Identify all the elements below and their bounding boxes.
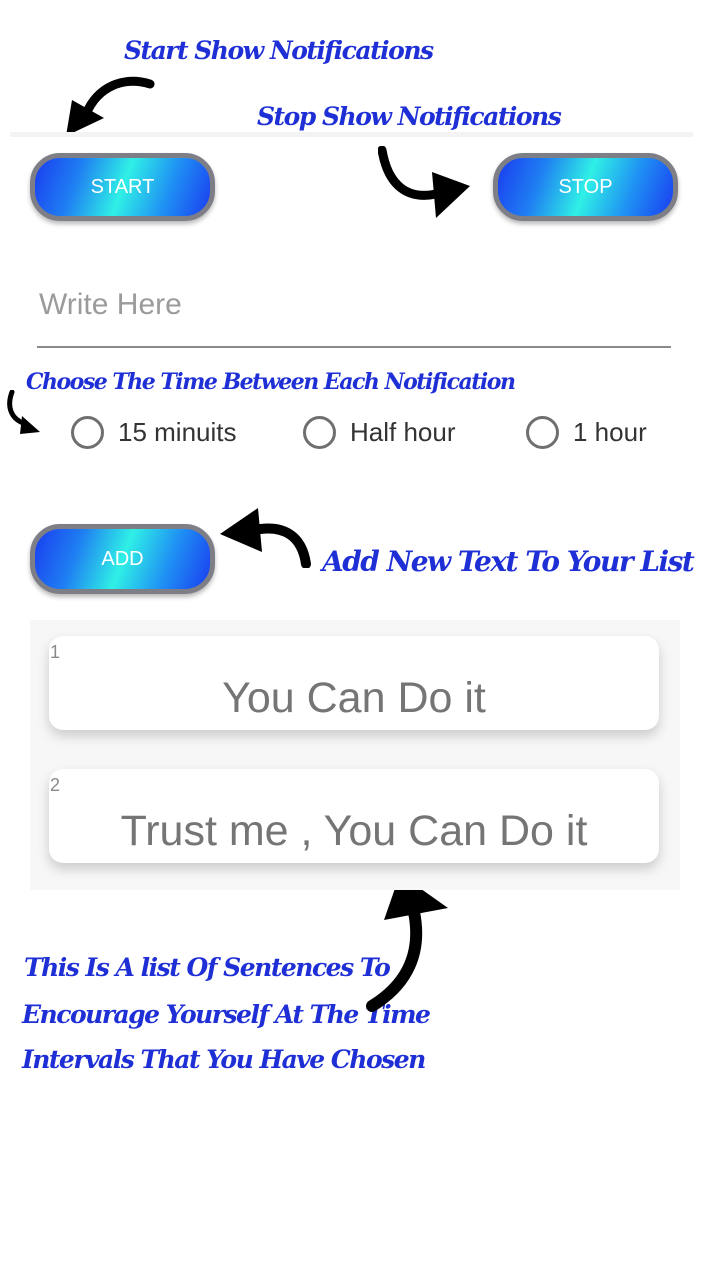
list-item-text: You Can Do it [222,674,486,722]
add-button[interactable]: ADD [30,524,215,594]
curved-arrow-add-icon [220,508,311,568]
radio-label: Half hour [350,416,456,447]
list-item[interactable]: 2 Trust me , You Can Do it [49,769,659,863]
choose-time-annotation: Choose The Time Between Each Notificatio… [26,369,516,395]
list-annotation-line1: This Is A list Of Sentences To [24,953,391,982]
curved-arrow-stop-icon [378,146,470,218]
radio-label: 1 hour [573,416,647,447]
write-here-field [37,278,673,348]
stop-button[interactable]: STOP [493,153,678,221]
list-item-index: 1 [50,642,61,662]
curved-arrow-time-icon [7,390,40,434]
radio-option-half-hour[interactable]: Half hour [303,410,456,454]
add-text-annotation: Add New Text To Your List [322,545,695,578]
radio-option-1-hour[interactable]: 1 hour [526,410,647,454]
stop-annotation: Stop Show Notifications [257,102,562,131]
radio-option-15-minutes[interactable]: 15 minuits [71,410,237,454]
start-annotation: Start Show Notifications [124,36,434,65]
list-item-text: Trust me , You Can Do it [120,807,588,855]
list-item-index: 2 [50,775,61,795]
radio-circle-icon[interactable] [526,415,559,449]
top-divider [10,132,693,137]
write-here-input[interactable] [37,278,673,332]
radio-circle-icon[interactable] [71,415,104,449]
curved-arrow-list-icon [366,874,448,1012]
list-annotation-line3: Intervals That You Have Chosen [22,1045,426,1074]
radio-label: 15 minuits [118,416,237,447]
radio-circle-icon[interactable] [303,415,336,449]
list-item[interactable]: 1 You Can Do it [49,636,659,730]
start-button[interactable]: START [30,153,215,221]
